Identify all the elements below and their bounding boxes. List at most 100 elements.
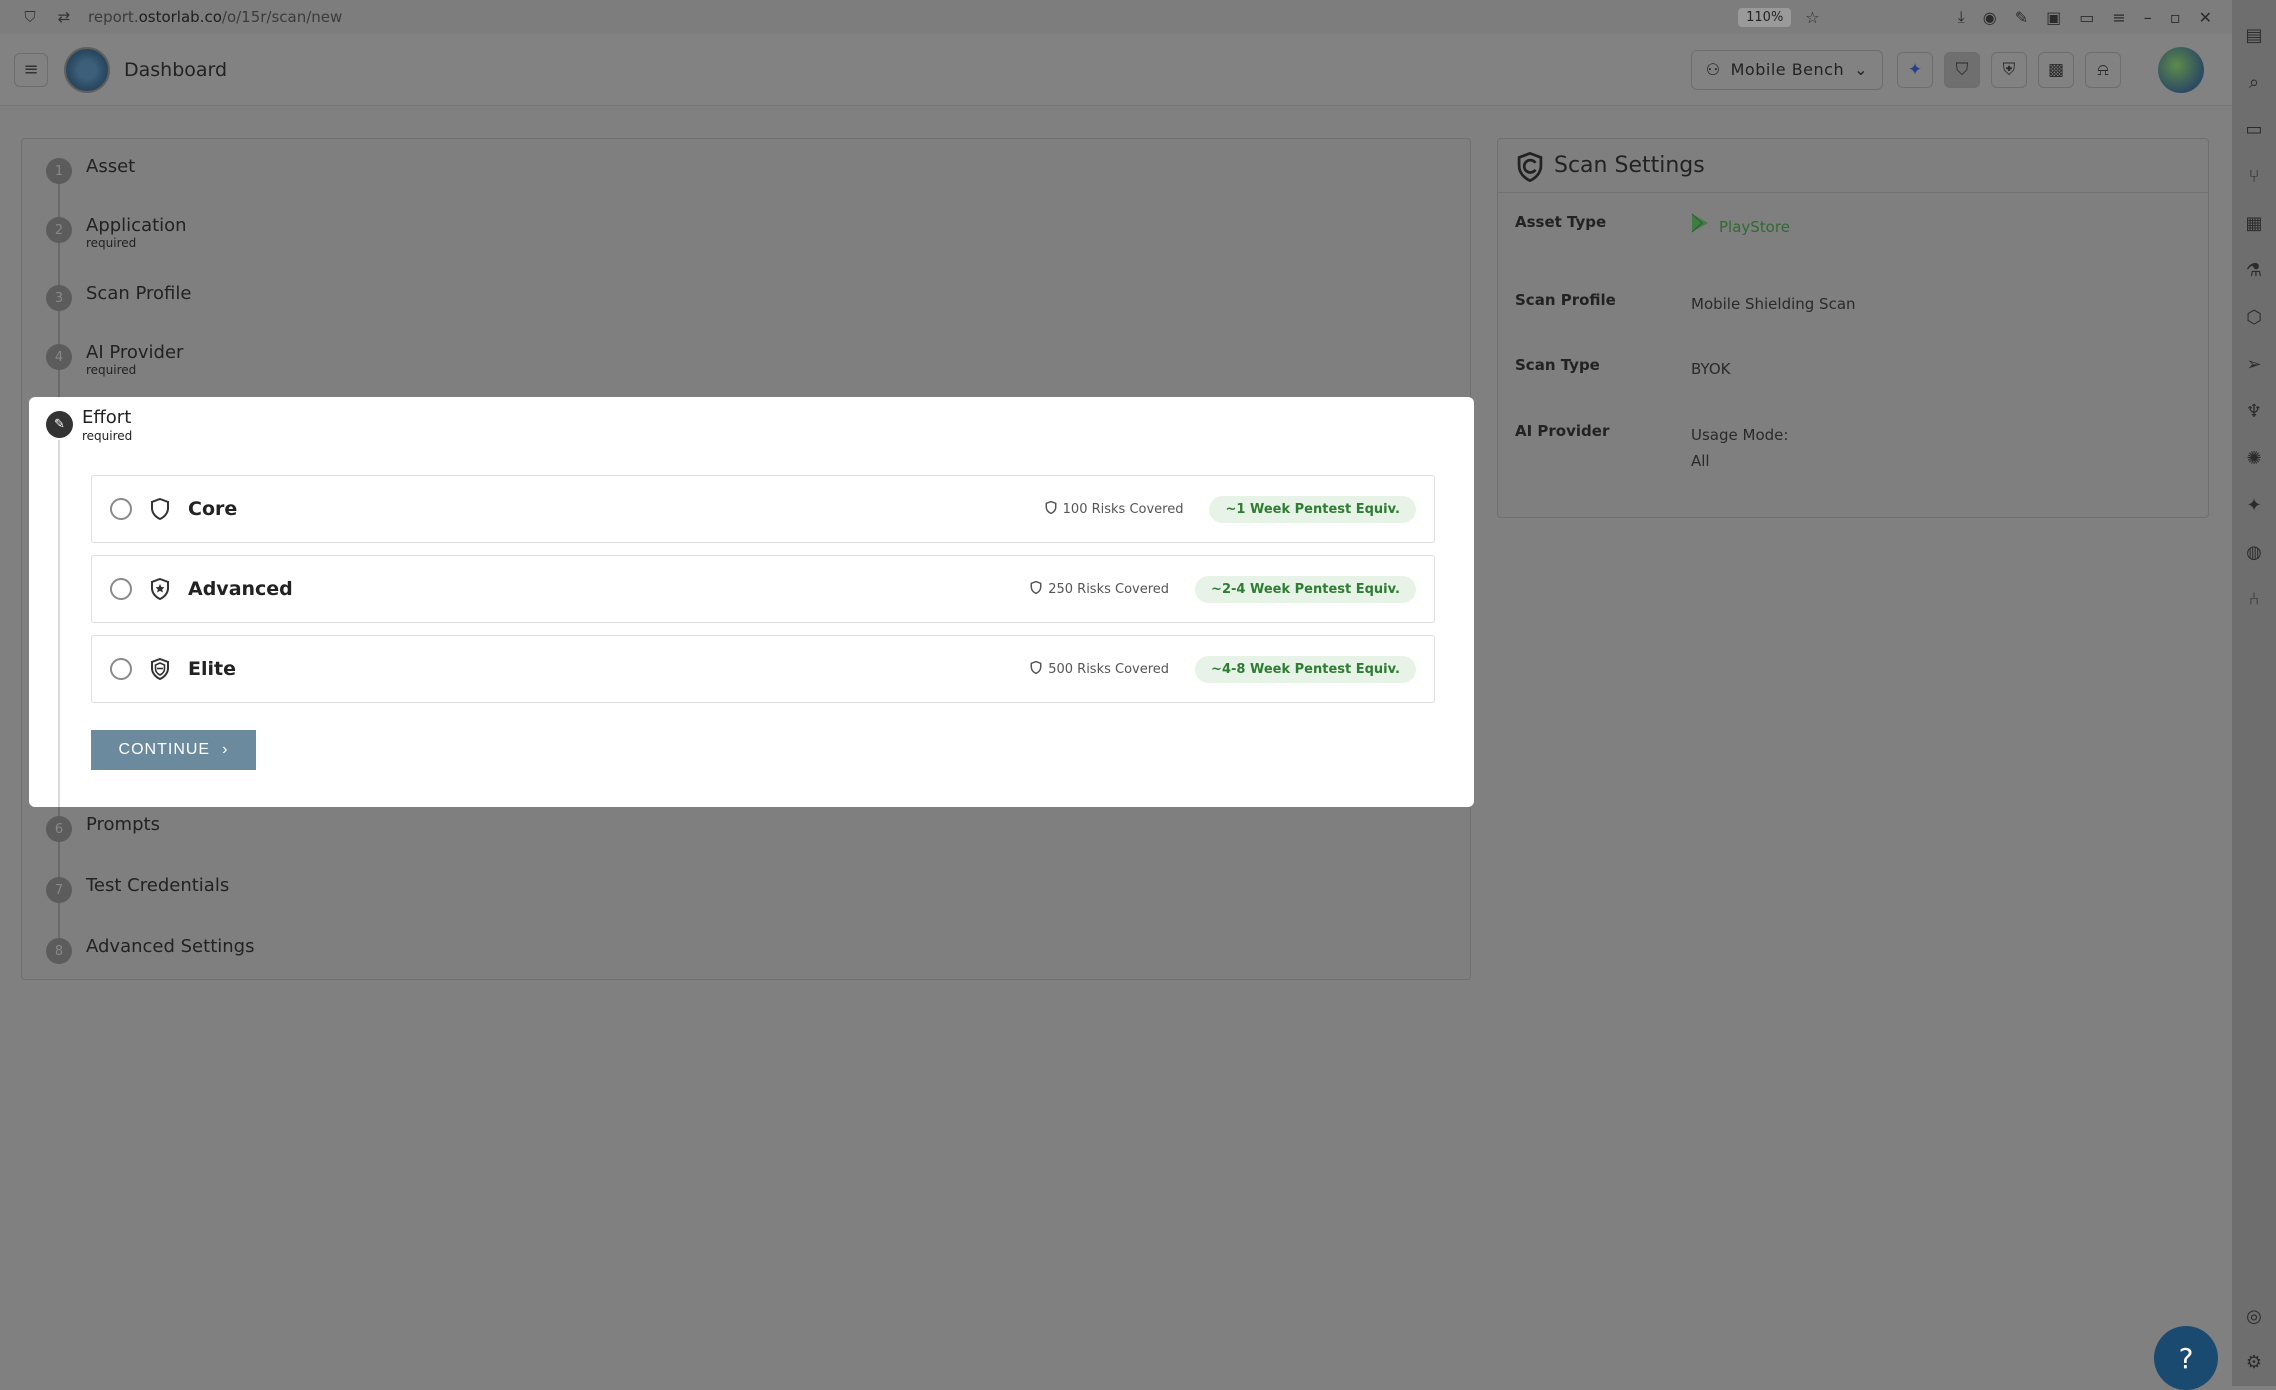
shield-layered-icon [148, 657, 172, 681]
ai-provider-value: Usage Mode: All [1691, 426, 1789, 470]
scan-profile-row: Scan Profile Mobile Shielding Scan [1515, 291, 1856, 317]
hamburger-menu-button[interactable]: ≡ [14, 52, 48, 87]
user-avatar[interactable] [2158, 46, 2204, 93]
effort-step-card: ✎ Effort required Core 100 Risks Covered… [29, 397, 1474, 807]
url-text[interactable]: report.ostorlab.co/o/15r/scan/new [88, 8, 1738, 26]
step-number: 1 [46, 158, 72, 184]
minimize-icon[interactable]: – [2144, 8, 2152, 27]
container-icon[interactable]: ▣ [2046, 8, 2061, 27]
step-label: Advanced Settings [86, 936, 255, 957]
pentest-equiv-badge: ~1 Week Pentest Equiv. [1209, 495, 1416, 523]
sidebar-toggle-icon[interactable]: ▭ [2079, 8, 2094, 27]
github-icon[interactable]: ◍ [2241, 539, 2267, 565]
option-name: Elite [188, 658, 236, 680]
radio-button[interactable] [110, 578, 132, 600]
continue-button[interactable]: CONTINUE › [91, 730, 256, 770]
chevron-down-icon: ⌄ [1854, 60, 1868, 79]
step-prompts[interactable]: 6 Prompts [46, 814, 160, 842]
flask-icon[interactable]: ⚗ [2241, 257, 2267, 283]
edit-pencil-icon: ✎ [46, 411, 73, 438]
zoom-level[interactable]: 110% [1738, 7, 1792, 27]
effort-option-core[interactable]: Core 100 Risks Covered ~1 Week Pentest E… [91, 475, 1435, 543]
step-number: 3 [46, 285, 72, 311]
radio-button[interactable] [110, 498, 132, 520]
extensions-icon[interactable]: ✎ [2015, 8, 2028, 27]
step-required: required [86, 363, 137, 377]
risks-covered: 500 Risks Covered [1030, 660, 1169, 678]
send-icon[interactable]: ➢ [2241, 351, 2267, 377]
permissions-icon[interactable]: ⇄ [54, 7, 74, 27]
bell-icon: ⍾ [2097, 59, 2109, 80]
security-button[interactable]: ⛨ [1991, 51, 2027, 88]
step-label: Asset [86, 156, 136, 177]
step-number: 7 [46, 877, 72, 903]
organization-selector[interactable]: ⚇ Mobile Bench ⌄ [1690, 49, 1883, 90]
chevron-right-icon: › [222, 741, 229, 758]
step-number: 4 [46, 344, 72, 370]
pentest-equiv-badge: ~4-8 Week Pentest Equiv. [1195, 655, 1416, 683]
step-ai-provider[interactable]: 4 AI Provider required [46, 342, 183, 376]
step-test-credentials[interactable]: 7 Test Credentials [46, 875, 229, 903]
identity-button[interactable]: ▩ [2038, 51, 2074, 88]
restore-icon[interactable]: ▫ [2170, 8, 2181, 27]
asterisk-icon[interactable]: ✺ [2241, 445, 2267, 471]
asset-type-row: Asset Type PlayStore [1515, 213, 1790, 241]
effort-option-elite[interactable]: Elite 500 Risks Covered ~4-8 Week Pentes… [91, 635, 1435, 703]
settings-gear-icon[interactable]: ⚙ [2241, 1349, 2267, 1375]
shield-scan-icon [1516, 151, 1544, 182]
shield-outline-icon [148, 497, 172, 521]
step-label: AI Provider [86, 342, 184, 363]
small-shield-icon [1030, 580, 1042, 598]
step-asset[interactable]: 1 Asset [46, 156, 135, 184]
app-logo[interactable] [64, 46, 110, 93]
bookmark-star-icon[interactable]: ☆ [1805, 8, 1819, 27]
scan-profile-value: Mobile Shielding Scan [1691, 295, 1856, 313]
scan-type-value: BYOK [1691, 360, 1731, 378]
python-icon[interactable]: ♆ [2241, 398, 2267, 424]
step-label: Prompts [86, 814, 160, 835]
step-application[interactable]: 2 Application required [46, 215, 187, 249]
browser-urlbar: ⛉ ⇄ report.ostorlab.co/o/15r/scan/new 11… [0, 0, 2232, 34]
app-header: ≡ Dashboard ⚇ Mobile Bench ⌄ ✦ ⛉ ⛨ ▩ ⍾ [0, 34, 2232, 106]
step-label: Scan Profile [86, 283, 192, 304]
screen-icon[interactable]: ▭ [2241, 116, 2267, 142]
id-card-icon: ▩ [2047, 59, 2065, 80]
git-branch-icon[interactable]: ⑂ [2241, 163, 2267, 189]
ai-assistant-button[interactable]: ✦ [1897, 51, 1933, 88]
scan-settings-header: Scan Settings [1498, 139, 2208, 193]
asset-type-value: PlayStore [1719, 218, 1790, 236]
effort-option-advanced[interactable]: Advanced 250 Risks Covered ~2-4 Week Pen… [91, 555, 1435, 623]
merge-icon[interactable]: ⑃ [2241, 586, 2267, 612]
sparkle-icon: ✦ [1907, 59, 1923, 80]
menu-icon[interactable]: ≡ [2112, 8, 2125, 27]
step-scan-profile[interactable]: 3 Scan Profile [46, 283, 191, 311]
option-name: Advanced [188, 578, 293, 600]
extension-badge-icon[interactable]: ▦ [2241, 210, 2267, 236]
radio-button[interactable] [110, 658, 132, 680]
option-name: Core [188, 498, 238, 520]
step-number: 8 [46, 938, 72, 964]
reader-icon[interactable]: ▤ [2241, 22, 2267, 48]
scan-button[interactable]: ⛉ [1944, 51, 1980, 88]
page-title: Dashboard [124, 58, 228, 81]
ai-provider-row: AI Provider Usage Mode: All [1515, 422, 1788, 474]
scan-settings-panel: Scan Settings Asset Type PlayStore Scan … [1497, 138, 2209, 518]
search-icon[interactable]: ⌕ [2241, 69, 2267, 95]
download-icon[interactable]: ⤓ [1958, 7, 1965, 27]
notifications-button[interactable]: ⍾ [2085, 51, 2121, 88]
stepper-line [58, 440, 60, 807]
close-icon[interactable]: ✕ [2199, 8, 2212, 27]
cube-icon[interactable]: ⬡ [2241, 304, 2267, 330]
hamburger-icon: ≡ [23, 59, 39, 80]
step-number: 6 [46, 816, 72, 842]
organization-name: Mobile Bench [1730, 60, 1845, 79]
shield-icon[interactable]: ⛉ [20, 7, 40, 27]
step-label: Effort [82, 407, 132, 428]
sparkle-icon[interactable]: ✦ [2241, 492, 2267, 518]
help-button[interactable]: ? [2154, 1326, 2218, 1390]
account-icon[interactable]: ◉ [1983, 8, 1997, 27]
team-icon: ⚇ [1705, 60, 1721, 79]
step-advanced-settings[interactable]: 8 Advanced Settings [46, 936, 254, 964]
profile-icon[interactable]: ◎ [2241, 1303, 2267, 1329]
step-required: required [86, 236, 137, 250]
